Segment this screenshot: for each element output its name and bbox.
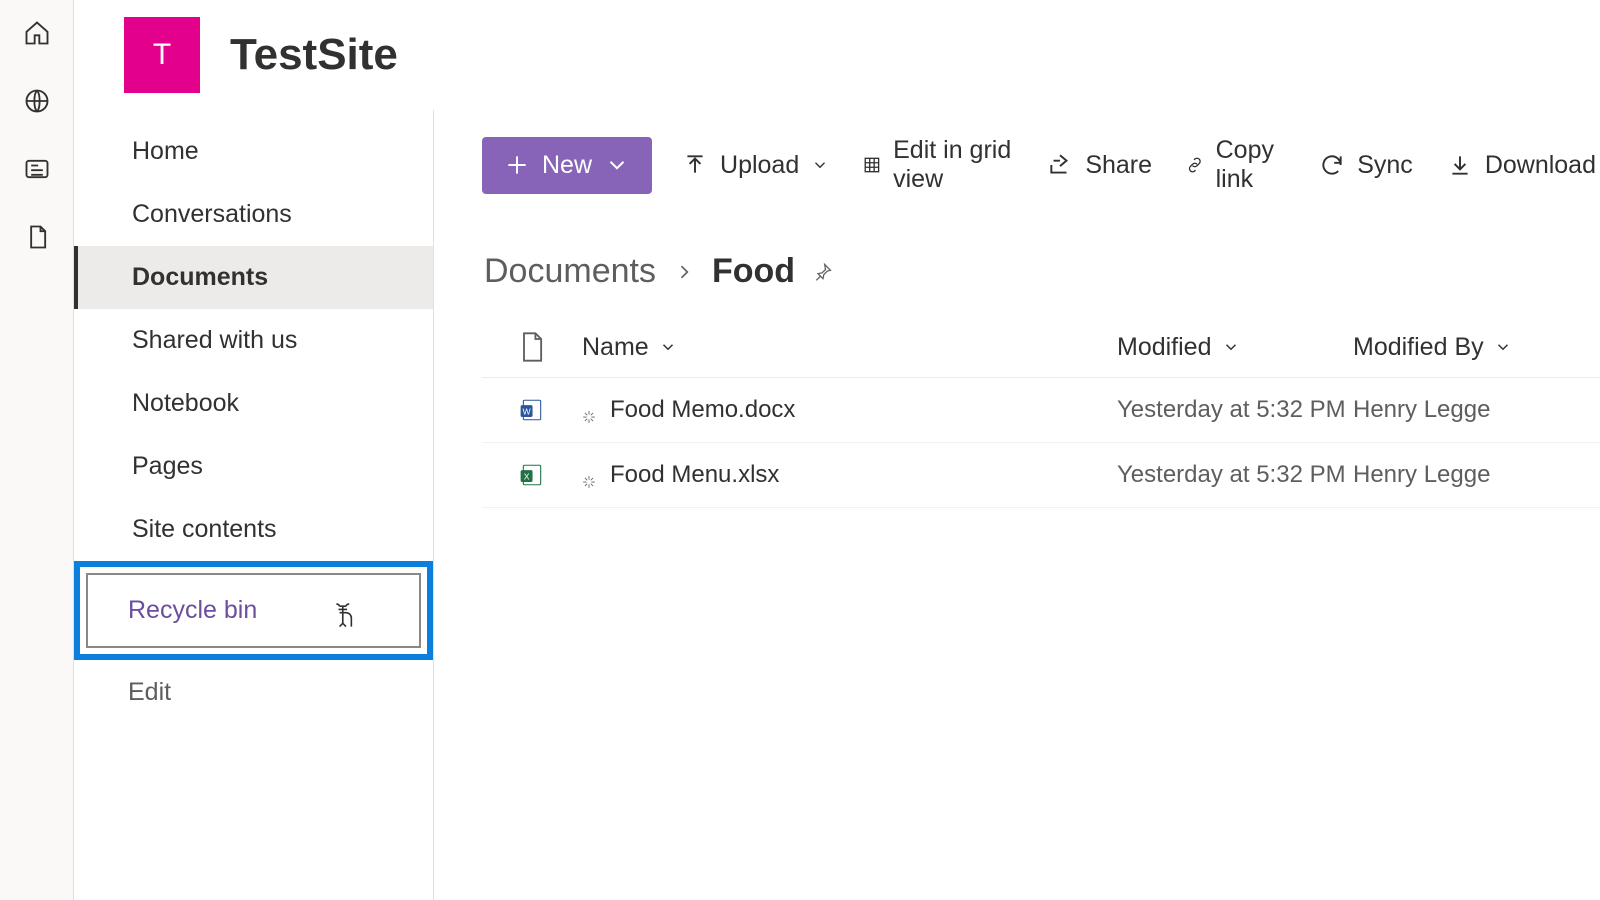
nav-edit-link[interactable]: Edit	[74, 660, 433, 719]
plus-icon	[504, 152, 530, 178]
breadcrumb-current: Food	[712, 252, 795, 291]
sync-label: Sync	[1357, 151, 1413, 180]
svg-text:W: W	[522, 406, 531, 416]
new-indicator-icon	[582, 468, 596, 482]
sync-button[interactable]: Sync	[1315, 145, 1417, 186]
header-modified[interactable]: Modified	[1117, 333, 1240, 362]
file-modified: Yesterday at 5:32 PM	[1117, 461, 1353, 489]
content-area: New Upload Edit in grid view Share	[434, 110, 1600, 900]
share-label: Share	[1085, 151, 1152, 180]
svg-text:X: X	[524, 471, 530, 481]
file-modified-by: Henry Legge	[1353, 461, 1573, 489]
upload-icon	[682, 152, 708, 178]
nav-conversations[interactable]: Conversations	[74, 183, 433, 246]
download-label: Download	[1485, 151, 1596, 180]
breadcrumb: Documents Food	[482, 224, 1600, 317]
grid-icon	[863, 152, 881, 178]
globe-icon[interactable]	[22, 86, 52, 116]
new-button-label: New	[542, 151, 592, 180]
download-icon	[1447, 152, 1473, 178]
file-list: Name Modified Modified By	[482, 317, 1600, 508]
nav-documents[interactable]: Documents	[74, 246, 433, 309]
chevron-down-icon	[1222, 338, 1240, 356]
edit-grid-label: Edit in grid view	[893, 136, 1013, 194]
file-name: Food Menu.xlsx	[610, 461, 779, 489]
nav-recycle-bin[interactable]: Recycle bin	[86, 573, 421, 648]
chevron-down-icon	[1494, 338, 1512, 356]
file-icon[interactable]	[22, 222, 52, 252]
news-icon[interactable]	[22, 154, 52, 184]
link-icon	[1186, 152, 1204, 178]
nav-recycle-bin-label: Recycle bin	[128, 596, 257, 624]
nav-home[interactable]: Home	[74, 120, 433, 183]
cursor-icon	[333, 603, 359, 633]
header-modified-label: Modified	[1117, 333, 1212, 362]
excel-file-icon: X	[519, 462, 545, 488]
chevron-down-icon	[659, 338, 677, 356]
share-button[interactable]: Share	[1043, 145, 1156, 186]
upload-label: Upload	[720, 151, 799, 180]
nav-shared-with-us[interactable]: Shared with us	[74, 309, 433, 372]
header-modified-by-label: Modified By	[1353, 333, 1484, 362]
copy-link-button[interactable]: Copy link	[1182, 130, 1289, 200]
sync-icon	[1319, 152, 1345, 178]
chevron-down-icon	[811, 156, 829, 174]
left-nav: Home Conversations Documents Shared with…	[74, 110, 434, 900]
nav-notebook[interactable]: Notebook	[74, 372, 433, 435]
new-button[interactable]: New	[482, 137, 652, 194]
app-rail	[0, 0, 74, 900]
header-type-icon[interactable]	[482, 331, 582, 363]
nav-pages[interactable]: Pages	[74, 435, 433, 498]
home-icon[interactable]	[22, 18, 52, 48]
command-bar: New Upload Edit in grid view Share	[482, 110, 1600, 224]
header-name[interactable]: Name	[582, 333, 677, 362]
copy-link-label: Copy link	[1216, 136, 1286, 194]
site-logo[interactable]: T	[124, 17, 200, 93]
nav-site-contents[interactable]: Site contents	[74, 498, 433, 561]
word-file-icon: W	[519, 397, 545, 423]
site-title[interactable]: TestSite	[230, 30, 398, 80]
chevron-right-icon	[674, 252, 694, 291]
file-row[interactable]: X Food Menu.xlsx Yesterday at 5:32 PM He…	[482, 443, 1600, 508]
highlight-box: Recycle bin	[74, 561, 433, 660]
file-modified: Yesterday at 5:32 PM	[1117, 396, 1353, 424]
header-name-label: Name	[582, 333, 649, 362]
download-button[interactable]: Download	[1443, 145, 1600, 186]
site-header: T TestSite	[74, 0, 1600, 110]
file-row[interactable]: W Food Memo.docx Yesterday at 5:32 PM He…	[482, 378, 1600, 443]
breadcrumb-parent[interactable]: Documents	[484, 252, 656, 291]
pin-icon[interactable]	[813, 252, 833, 291]
share-icon	[1047, 152, 1073, 178]
file-modified-by: Henry Legge	[1353, 396, 1573, 424]
upload-button[interactable]: Upload	[678, 145, 833, 186]
edit-grid-button[interactable]: Edit in grid view	[859, 130, 1017, 200]
file-list-header: Name Modified Modified By	[482, 317, 1600, 378]
file-name: Food Memo.docx	[610, 396, 795, 424]
chevron-down-icon	[604, 152, 630, 178]
header-modified-by[interactable]: Modified By	[1353, 333, 1512, 362]
new-indicator-icon	[582, 403, 596, 417]
